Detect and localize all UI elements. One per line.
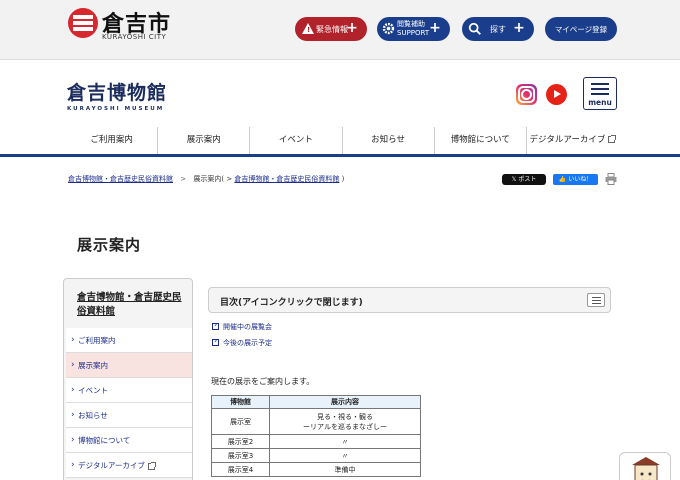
breadcrumb-separator: > — [180, 175, 187, 183]
instagram-icon[interactable] — [516, 84, 537, 105]
accessibility-support-label: 閲覧補助 SUPPORT — [397, 20, 429, 38]
gnav-label: 展示案内 — [186, 135, 221, 145]
toc-link-label: 開催中の展覧会 — [223, 323, 272, 331]
global-nav: ご利用案内 展示案内 イベント お知らせ 博物館について デジタルアーカイブ — [66, 127, 618, 154]
printer-icon[interactable] — [605, 173, 617, 185]
sidebar-item-usage[interactable]: ご利用案内 — [66, 328, 192, 353]
table-header: 博物館 — [211, 395, 270, 409]
mascot-icon[interactable] — [619, 452, 671, 480]
plus-icon: + — [513, 20, 525, 36]
external-link-icon — [608, 135, 617, 143]
accessibility-support-button[interactable]: 閲覧補助 SUPPORT + — [377, 17, 450, 41]
mypage-register-button[interactable]: マイページ登録 — [545, 17, 617, 41]
gnav-item-exhibits[interactable]: 展示案内 — [157, 127, 249, 154]
breadcrumb-current-suffix: ) — [341, 175, 345, 183]
intro-text: 現在の展示をご案内します。 — [211, 377, 315, 386]
sidebar-item-events[interactable]: イベント — [66, 378, 192, 403]
table-cell-room: 展示室 — [211, 408, 270, 435]
table-cell-room: 展示室2 — [211, 434, 270, 449]
table-cell-content: 見る・視る・観る ーリアルを巡るまなざしー — [269, 408, 421, 435]
table-row: 展示室4 準備中 — [211, 462, 421, 477]
city-top-bar: 倉吉市 KURAYOSHI CITY ! 緊急情報 + 閲覧補助 SUPPORT… — [0, 0, 680, 60]
gnav-item-usage[interactable]: ご利用案内 — [66, 127, 157, 154]
gnav-label: イベント — [278, 135, 313, 145]
breadcrumb: 倉吉博物館・倉吉歴史民俗資料館 > 展示案内( > 倉吉博物館・倉吉歴史民俗資料… — [68, 174, 344, 184]
emergency-info-label: 緊急情報 — [316, 25, 348, 34]
exhibit-table: 博物館 展示内容 展示室 見る・視る・観る ーリアルを巡るまなざしー 展示室2 … — [211, 395, 421, 477]
youtube-icon[interactable] — [546, 84, 567, 105]
sidebar-item-news[interactable]: お知らせ — [66, 403, 192, 428]
breadcrumb-current-link[interactable]: 倉吉博物館・倉吉歴史民俗資料館 — [234, 175, 339, 183]
city-logo[interactable]: 倉吉市 KURAYOSHI CITY — [68, 8, 208, 52]
menu-label: menu — [588, 98, 612, 107]
museum-header: 倉吉博物館 KURAYOSHI MUSEUM menu — [0, 60, 680, 126]
link-arrow-icon — [212, 336, 219, 346]
external-link-icon — [147, 461, 156, 470]
breadcrumb-separator: > — [226, 175, 233, 183]
museum-subtitle: KURAYOSHI MUSEUM — [67, 106, 165, 112]
gnav-item-digital-archive[interactable]: デジタルアーカイブ — [525, 127, 618, 154]
search-icon — [468, 22, 481, 35]
sidebar-item-label: デジタルアーカイブ — [78, 461, 145, 470]
table-row: 展示室3 〃 — [211, 448, 421, 463]
museum-name: 倉吉博物館 — [67, 82, 168, 104]
gnav-label: 博物館について — [450, 135, 510, 145]
sidebar-list: ご利用案内 展示案内 イベント お知らせ 博物館について デジタルアーカイブ — [66, 328, 192, 478]
sidebar-item-exhibits[interactable]: 展示案内 — [66, 353, 192, 378]
x-post-button[interactable]: 𝕏 ポスト — [502, 174, 546, 185]
gnav-item-about[interactable]: 博物館について — [433, 127, 526, 154]
emergency-info-button[interactable]: ! 緊急情報 + — [295, 17, 367, 41]
table-cell-content: 〃 — [269, 448, 421, 463]
gear-icon — [382, 22, 395, 35]
sidebar-title[interactable]: 倉吉博物館・倉吉歴史民俗資料館 — [77, 291, 185, 319]
city-emblem-icon — [68, 8, 98, 38]
breadcrumb-home-link[interactable]: 倉吉博物館・倉吉歴史民俗資料館 — [68, 175, 173, 183]
accessibility-label-en: SUPPORT — [397, 29, 430, 37]
page-title: 展示案内 — [77, 236, 142, 254]
table-cell-room: 展示室4 — [211, 462, 270, 477]
plus-icon: + — [429, 20, 441, 36]
menu-button[interactable]: menu — [583, 77, 617, 110]
gnav-item-events[interactable]: イベント — [249, 127, 341, 154]
search-label: 探す — [490, 25, 506, 34]
city-subtitle: KURAYOSHI CITY — [102, 33, 167, 41]
toc-title: 目次(アイコンクリックで閉じます) — [220, 298, 363, 308]
x-post-label: ポスト — [518, 176, 537, 183]
sidebar-item-digital-archive[interactable]: デジタルアーカイブ — [66, 453, 192, 478]
toc-link-label: 今後の展示予定 — [223, 339, 272, 347]
facebook-like-button[interactable]: 👍 いいね！ — [553, 174, 598, 185]
table-row: 展示室 見る・視る・観る ーリアルを巡るまなざしー — [211, 408, 421, 435]
table-header-row: 博物館 展示内容 — [211, 395, 421, 409]
table-row: 展示室2 〃 — [211, 434, 421, 449]
nav-divider — [0, 154, 680, 157]
search-button[interactable]: 探す + — [462, 17, 534, 41]
gnav-label: デジタルアーカイブ — [529, 135, 606, 145]
sidebar: 倉吉博物館・倉吉歴史民俗資料館 ご利用案内 展示案内 イベント お知らせ 博物館… — [63, 278, 193, 480]
museum-logo[interactable]: 倉吉博物館 KURAYOSHI MUSEUM — [67, 78, 167, 112]
table-cell-content: 〃 — [269, 434, 421, 449]
breadcrumb-current-prefix: 展示案内( — [193, 175, 225, 183]
content-line: 見る・視る・観る — [317, 412, 373, 421]
facebook-like-label: いいね！ — [568, 176, 593, 183]
table-of-contents: 目次(アイコンクリックで閉じます) — [208, 287, 611, 313]
sidebar-item-about[interactable]: 博物館について — [66, 428, 192, 453]
toc-toggle-icon[interactable] — [587, 293, 605, 307]
mypage-register-label: マイページ登録 — [554, 24, 608, 34]
plus-icon: + — [346, 20, 358, 36]
warning-icon: ! — [302, 23, 314, 34]
toc-link-current-exhibition[interactable]: 開催中の展覧会 — [212, 320, 272, 332]
toc-link-upcoming-exhibition[interactable]: 今後の展示予定 — [212, 336, 272, 348]
gnav-label: ご利用案内 — [90, 135, 133, 145]
link-arrow-icon — [212, 320, 219, 330]
accessibility-label-ja: 閲覧補助 — [397, 20, 425, 28]
content-line: ーリアルを巡るまなざしー — [303, 422, 387, 431]
table-cell-content: 準備中 — [269, 462, 421, 477]
gnav-label: お知らせ — [371, 135, 406, 145]
table-cell-room: 展示室3 — [211, 448, 270, 463]
table-header: 展示内容 — [269, 395, 421, 409]
gnav-item-news[interactable]: お知らせ — [341, 127, 434, 154]
thumbs-up-icon: 👍 — [558, 176, 569, 183]
